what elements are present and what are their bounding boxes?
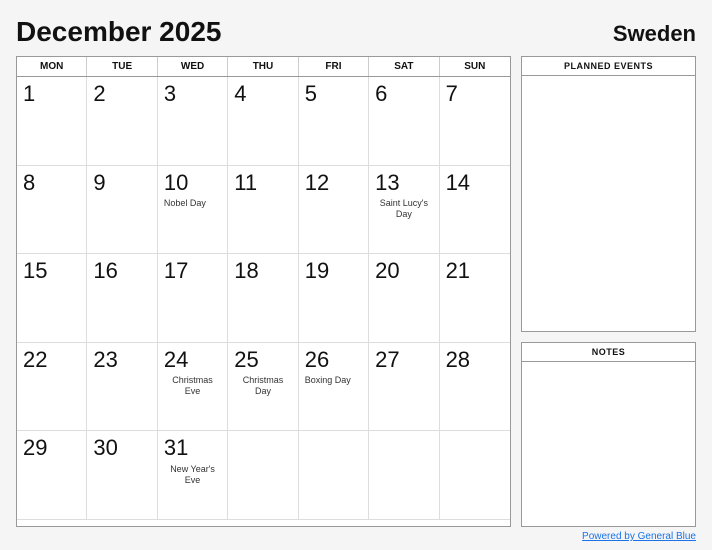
day-number: 10 bbox=[164, 170, 188, 196]
country-section: Sweden bbox=[613, 21, 696, 47]
event-label: Boxing Day bbox=[305, 375, 351, 386]
event-label: New Year's Eve bbox=[164, 464, 221, 486]
calendar-day-cell bbox=[440, 431, 510, 520]
country-title: Sweden bbox=[613, 21, 696, 47]
calendar-day-cell: 12 bbox=[299, 166, 369, 255]
calendar-body: 12345678910Nobel Day111213Saint Lucy's D… bbox=[17, 77, 510, 520]
day-number: 3 bbox=[164, 81, 176, 107]
planned-events-content bbox=[522, 76, 695, 331]
calendar-day-cell bbox=[299, 431, 369, 520]
calendar-day-cell: 2 bbox=[87, 77, 157, 166]
calendar-day-cell: 1 bbox=[17, 77, 87, 166]
day-number: 2 bbox=[93, 81, 105, 107]
sidebar: PLANNED EVENTS NOTES bbox=[521, 56, 696, 527]
day-number: 5 bbox=[305, 81, 317, 107]
day-number: 17 bbox=[164, 258, 188, 284]
day-number: 1 bbox=[23, 81, 35, 107]
day-number: 30 bbox=[93, 435, 117, 461]
calendar-day-cell: 19 bbox=[299, 254, 369, 343]
day-number: 25 bbox=[234, 347, 258, 373]
calendar-day-cell: 5 bbox=[299, 77, 369, 166]
calendar-day-cell: 20 bbox=[369, 254, 439, 343]
day-number: 19 bbox=[305, 258, 329, 284]
day-number: 15 bbox=[23, 258, 47, 284]
notes-content bbox=[522, 362, 695, 526]
calendar-day-cell: 28 bbox=[440, 343, 510, 432]
calendar-header: MONTUEWEDTHUFRISATSUN bbox=[17, 57, 510, 77]
day-number: 13 bbox=[375, 170, 399, 196]
day-number: 14 bbox=[446, 170, 470, 196]
day-number: 28 bbox=[446, 347, 470, 373]
day-number: 26 bbox=[305, 347, 329, 373]
day-number: 9 bbox=[93, 170, 105, 196]
day-number: 11 bbox=[234, 170, 257, 196]
day-number: 23 bbox=[93, 347, 117, 373]
calendar-day-cell: 15 bbox=[17, 254, 87, 343]
day-of-week-header: TUE bbox=[87, 57, 157, 76]
page: December 2025 Sweden MONTUEWEDTHUFRISATS… bbox=[0, 0, 712, 550]
calendar-day-cell: 14 bbox=[440, 166, 510, 255]
event-label: Nobel Day bbox=[164, 198, 206, 209]
day-number: 4 bbox=[234, 81, 246, 107]
day-of-week-header: MON bbox=[17, 57, 87, 76]
day-of-week-header: FRI bbox=[299, 57, 369, 76]
notes-label: NOTES bbox=[522, 343, 695, 362]
day-number: 21 bbox=[446, 258, 470, 284]
calendar-day-cell bbox=[369, 431, 439, 520]
day-number: 12 bbox=[305, 170, 329, 196]
day-number: 8 bbox=[23, 170, 35, 196]
day-of-week-header: SUN bbox=[440, 57, 510, 76]
calendar-day-cell: 6 bbox=[369, 77, 439, 166]
day-number: 20 bbox=[375, 258, 399, 284]
calendar-day-cell: 16 bbox=[87, 254, 157, 343]
calendar-day-cell: 9 bbox=[87, 166, 157, 255]
day-number: 22 bbox=[23, 347, 47, 373]
calendar-day-cell bbox=[228, 431, 298, 520]
day-number: 24 bbox=[164, 347, 188, 373]
calendar-day-cell: 22 bbox=[17, 343, 87, 432]
notes-box: NOTES bbox=[521, 342, 696, 527]
planned-events-label: PLANNED EVENTS bbox=[522, 57, 695, 76]
event-label: Christmas Eve bbox=[164, 375, 221, 397]
calendar-day-cell: 23 bbox=[87, 343, 157, 432]
calendar-day-cell: 13Saint Lucy's Day bbox=[369, 166, 439, 255]
calendar-day-cell: 27 bbox=[369, 343, 439, 432]
calendar-day-cell: 18 bbox=[228, 254, 298, 343]
calendar-day-cell: 21 bbox=[440, 254, 510, 343]
planned-events-box: PLANNED EVENTS bbox=[521, 56, 696, 332]
calendar-day-cell: 4 bbox=[228, 77, 298, 166]
day-number: 16 bbox=[93, 258, 117, 284]
day-number: 18 bbox=[234, 258, 258, 284]
calendar-day-cell: 8 bbox=[17, 166, 87, 255]
event-label: Christmas Day bbox=[234, 375, 291, 397]
month-year-title: December 2025 bbox=[16, 16, 221, 48]
calendar-day-cell: 26 Boxing Day bbox=[299, 343, 369, 432]
calendar-day-cell: 10 Nobel Day bbox=[158, 166, 228, 255]
day-number: 7 bbox=[446, 81, 458, 107]
footer: Powered by General Blue bbox=[16, 531, 696, 542]
calendar-day-cell: 25Christmas Day bbox=[228, 343, 298, 432]
powered-by-link[interactable]: Powered by General Blue bbox=[582, 531, 696, 542]
calendar-day-cell: 7 bbox=[440, 77, 510, 166]
calendar-day-cell: 17 bbox=[158, 254, 228, 343]
main-area: MONTUEWEDTHUFRISATSUN 12345678910Nobel D… bbox=[16, 56, 696, 527]
calendar-day-cell: 11 bbox=[228, 166, 298, 255]
header: December 2025 Sweden bbox=[16, 16, 696, 48]
day-number: 29 bbox=[23, 435, 47, 461]
day-number: 27 bbox=[375, 347, 399, 373]
day-number: 31 bbox=[164, 435, 188, 461]
calendar-day-cell: 30 bbox=[87, 431, 157, 520]
day-of-week-header: SAT bbox=[369, 57, 439, 76]
calendar-day-cell: 31 New Year's Eve bbox=[158, 431, 228, 520]
day-of-week-header: THU bbox=[228, 57, 298, 76]
day-of-week-header: WED bbox=[158, 57, 228, 76]
calendar-day-cell: 24Christmas Eve bbox=[158, 343, 228, 432]
calendar: MONTUEWEDTHUFRISATSUN 12345678910Nobel D… bbox=[16, 56, 511, 527]
calendar-day-cell: 3 bbox=[158, 77, 228, 166]
calendar-day-cell: 29 bbox=[17, 431, 87, 520]
day-number: 6 bbox=[375, 81, 387, 107]
event-label: Saint Lucy's Day bbox=[375, 198, 432, 220]
